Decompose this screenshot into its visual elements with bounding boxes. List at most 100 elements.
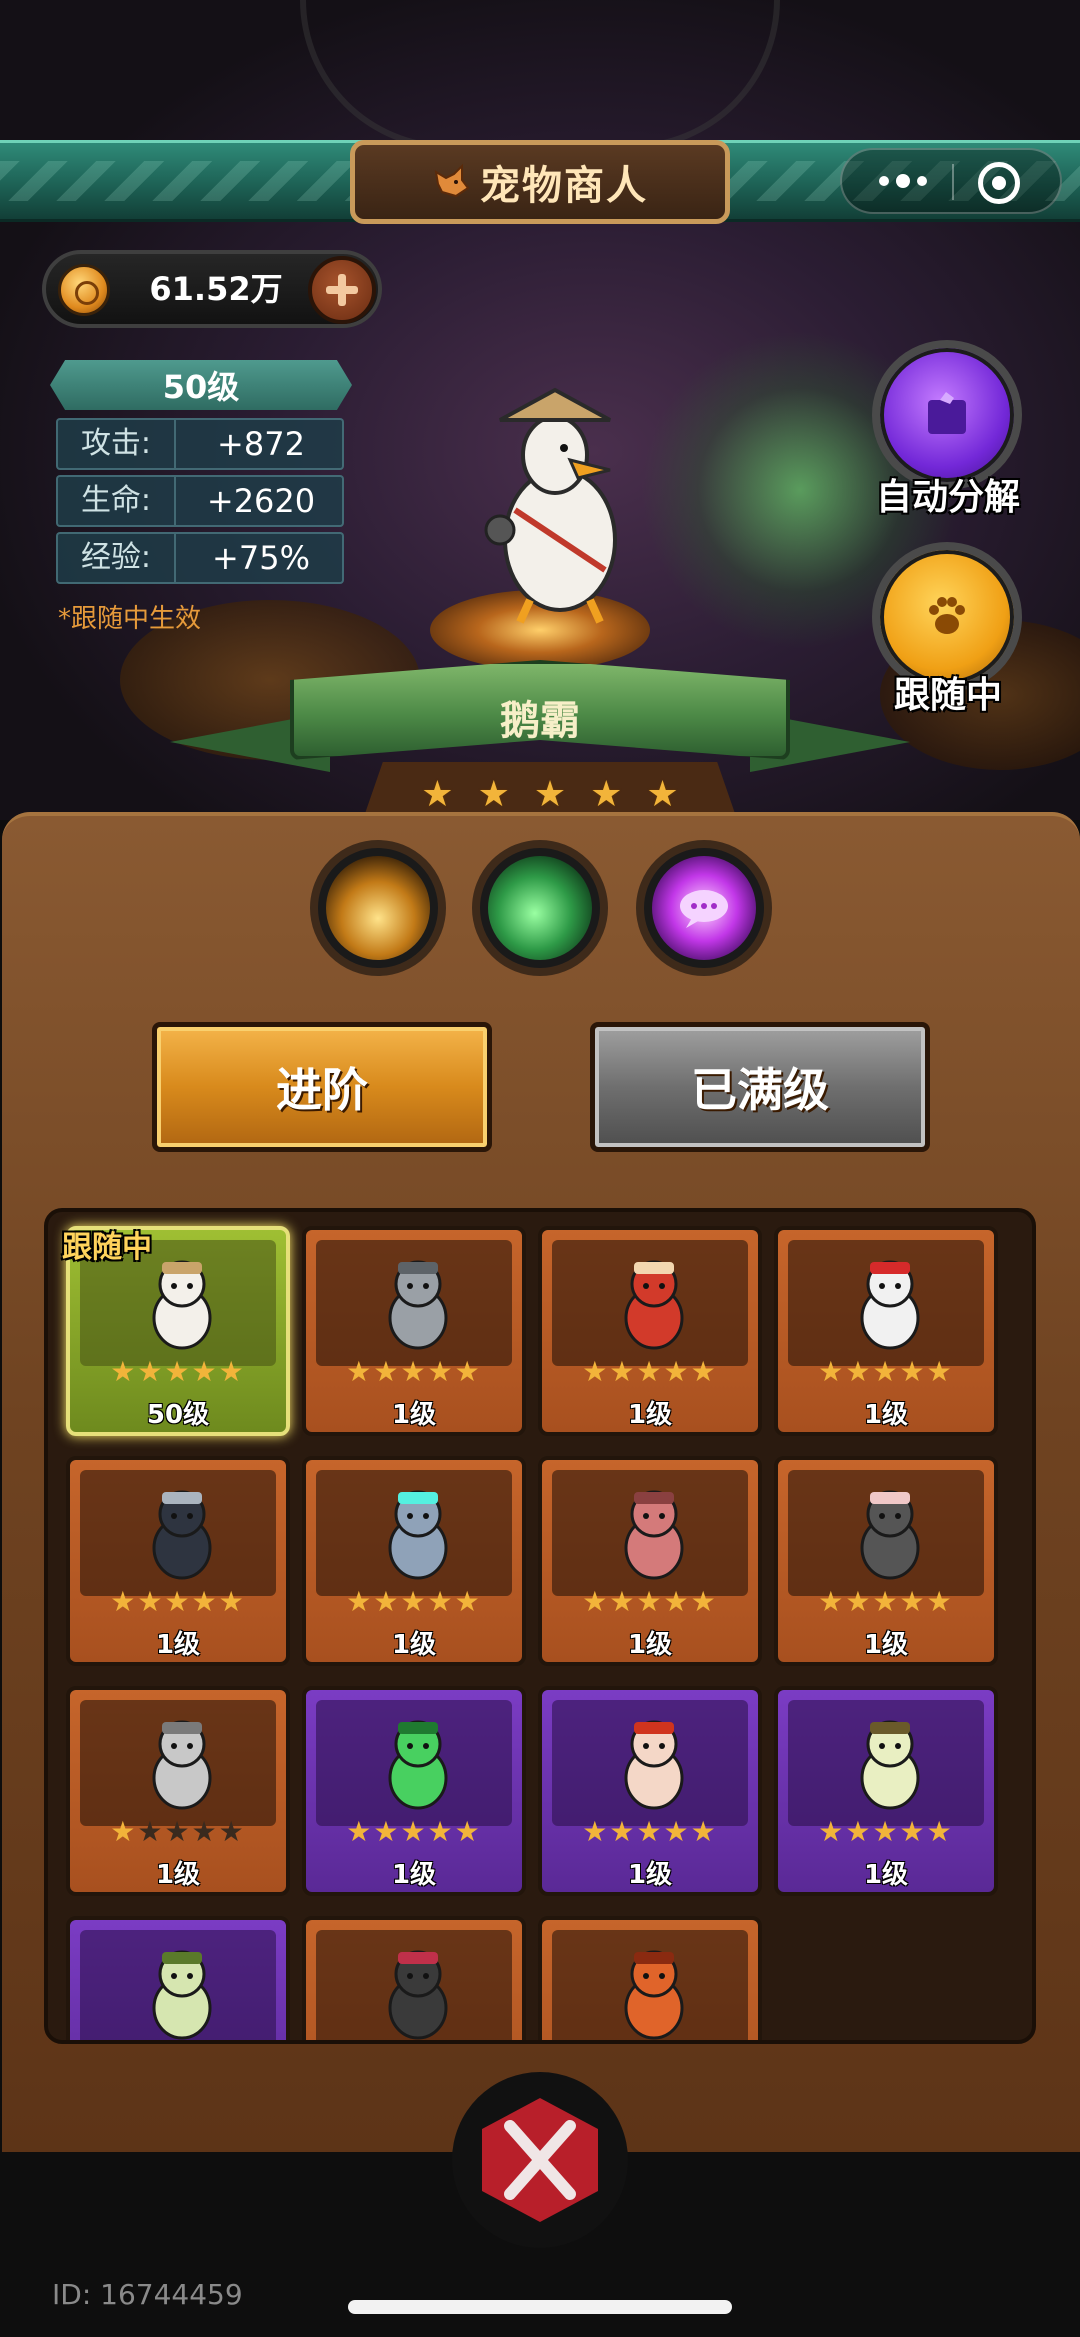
star-icon: ★ bbox=[872, 1585, 900, 1618]
egg-creature-icon bbox=[860, 1720, 920, 1810]
pet-card-stars: ★★★★★ bbox=[306, 1358, 522, 1386]
user-id: ID: 16744459 bbox=[52, 2278, 243, 2311]
star-icon: ★ bbox=[609, 1585, 637, 1618]
star-icon: ★ bbox=[218, 1355, 246, 1388]
star-icon: ★ bbox=[421, 774, 454, 815]
pet-card-level: 1级 bbox=[391, 1860, 437, 1890]
star-icon: ★ bbox=[899, 1815, 927, 1848]
pet-card-masked-doll[interactable]: ★★★★★ 1级 bbox=[774, 1456, 998, 1666]
add-currency-button[interactable] bbox=[308, 256, 376, 324]
toothy-monster-icon bbox=[388, 1950, 448, 2040]
pet-card-fire-dragon[interactable] bbox=[538, 1916, 762, 2040]
star-icon: ★ bbox=[926, 1815, 954, 1848]
spider-robot-icon bbox=[388, 1490, 448, 1580]
pet-card-armor-glove[interactable]: ★★★★★ 1级 bbox=[66, 1686, 290, 1896]
pet-card-zombie-bear[interactable]: ★★★★★ 1级 bbox=[538, 1456, 762, 1666]
stat-row-attack: 攻击: +872 bbox=[56, 418, 344, 470]
star-icon: ★ bbox=[582, 1355, 610, 1388]
star-icon: ★ bbox=[690, 1355, 718, 1388]
pet-card-chicken[interactable]: ★★★★★ 1级 bbox=[538, 1686, 762, 1896]
pet-card-green-frog[interactable]: ★★★★★ 1级 bbox=[302, 1686, 526, 1896]
level-label: 50级 bbox=[162, 368, 240, 406]
green-frog-icon bbox=[388, 1720, 448, 1810]
following-tag: 跟随中 bbox=[62, 1230, 152, 1265]
skill-lightning-icon[interactable] bbox=[310, 840, 446, 976]
pet-card-stars: ★★★★★ bbox=[778, 1358, 994, 1386]
pet-card-level: 1级 bbox=[627, 1400, 673, 1430]
stat-value: +872 bbox=[217, 425, 305, 463]
stat-row-hp: 生命: +2620 bbox=[56, 475, 344, 527]
pet-card-daruma[interactable]: ★★★★★ 1级 bbox=[538, 1226, 762, 1436]
star-icon: ★ bbox=[926, 1585, 954, 1618]
pet-card-stars: ★★★★★ bbox=[70, 1588, 286, 1616]
following-label: 跟随中 bbox=[893, 675, 1002, 716]
currency-amount: 61.52万 bbox=[149, 270, 283, 308]
star-icon: ★ bbox=[582, 1815, 610, 1848]
star-icon: ★ bbox=[400, 1585, 428, 1618]
goose-pet-illustration bbox=[484, 387, 617, 624]
chicken-icon bbox=[624, 1720, 684, 1810]
star-icon: ★ bbox=[872, 1355, 900, 1388]
star-icon: ★ bbox=[218, 1585, 246, 1618]
pet-card-stars: ★★★★★ bbox=[306, 1818, 522, 1846]
star-icon: ★ bbox=[690, 1585, 718, 1618]
pet-card-horned-skull[interactable] bbox=[66, 1916, 290, 2040]
pet-card-level: 1级 bbox=[863, 1400, 909, 1430]
star-icon: ★ bbox=[164, 1815, 192, 1848]
star-icon: ★ bbox=[609, 1355, 637, 1388]
star-icon: ★ bbox=[137, 1585, 165, 1618]
star-icon: ★ bbox=[477, 774, 510, 815]
home-indicator[interactable] bbox=[348, 2300, 732, 2314]
pet-card-knight[interactable]: ★★★★★ 1级 bbox=[302, 1226, 526, 1436]
star-icon: ★ bbox=[191, 1355, 219, 1388]
star-icon: ★ bbox=[164, 1585, 192, 1618]
daruma-icon bbox=[624, 1260, 684, 1350]
skill-speech-icon[interactable] bbox=[636, 840, 772, 976]
pet-card-stars: ★★★★★ bbox=[70, 1818, 286, 1846]
page-title: 宠物商人 bbox=[480, 163, 648, 209]
star-icon: ★ bbox=[845, 1585, 873, 1618]
pet-card-clown[interactable]: ★★★★★ 1级 bbox=[774, 1226, 998, 1436]
star-icon: ★ bbox=[373, 1585, 401, 1618]
pet-card-egg-creature[interactable]: ★★★★★ 1级 bbox=[774, 1686, 998, 1896]
skill-claw-icon[interactable] bbox=[472, 840, 608, 976]
pet-card-level: 1级 bbox=[863, 1860, 909, 1890]
pet-card-spider-robot[interactable]: ★★★★★ 1级 bbox=[302, 1456, 526, 1666]
stat-row-exp: 经验: +75% bbox=[56, 532, 344, 584]
pet-card-toothy-monster[interactable] bbox=[302, 1916, 526, 2040]
pet-card-stars: ★★★★★ bbox=[542, 1818, 758, 1846]
star-icon: ★ bbox=[845, 1355, 873, 1388]
zombie-bear-icon bbox=[624, 1490, 684, 1580]
pet-card-level: 1级 bbox=[627, 1860, 673, 1890]
star-icon: ★ bbox=[818, 1815, 846, 1848]
more-dots-icon[interactable] bbox=[856, 150, 950, 212]
pet-card-level: 1级 bbox=[155, 1630, 201, 1660]
pet-card-level: 1级 bbox=[627, 1630, 673, 1660]
star-icon: ★ bbox=[636, 1355, 664, 1388]
masked-doll-icon bbox=[860, 1490, 920, 1580]
star-icon: ★ bbox=[427, 1815, 455, 1848]
star-icon: ★ bbox=[373, 1355, 401, 1388]
star-icon: ★ bbox=[346, 1355, 374, 1388]
armor-glove-icon bbox=[152, 1720, 212, 1810]
close-button[interactable] bbox=[452, 2072, 628, 2248]
max-level-button[interactable]: 已满级 bbox=[590, 1022, 930, 1152]
stat-label: 攻击: bbox=[58, 420, 176, 468]
close-icon bbox=[504, 2120, 576, 2200]
title-pattern-left bbox=[0, 161, 380, 201]
star-icon: ★ bbox=[926, 1355, 954, 1388]
stat-value: +75% bbox=[212, 539, 310, 577]
pet-card-stars: ★★★★★ bbox=[778, 1588, 994, 1616]
star-icon: ★ bbox=[663, 1585, 691, 1618]
fire-dragon-icon bbox=[624, 1950, 684, 2040]
star-icon: ★ bbox=[636, 1815, 664, 1848]
star-icon: ★ bbox=[218, 1815, 246, 1848]
star-icon: ★ bbox=[663, 1355, 691, 1388]
star-icon: ★ bbox=[533, 774, 567, 815]
advance-button[interactable]: 进阶 bbox=[152, 1022, 492, 1152]
pet-card-plague-crow[interactable]: ★★★★★ 1级 bbox=[66, 1456, 290, 1666]
decompose-icon bbox=[928, 392, 966, 434]
target-icon[interactable] bbox=[978, 162, 1020, 204]
fox-icon bbox=[434, 163, 470, 198]
star-icon: ★ bbox=[110, 1815, 138, 1848]
